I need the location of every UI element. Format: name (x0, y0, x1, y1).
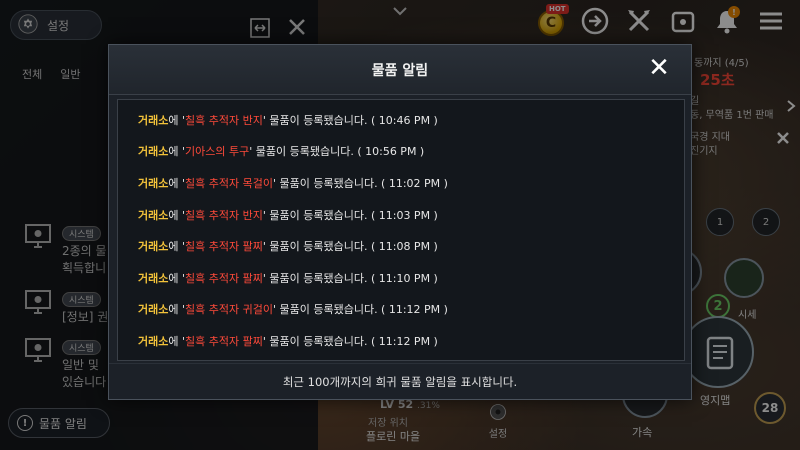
alert-place: 거래소 (138, 303, 169, 317)
alert-text: ' 물품이 등록됐습니다. ( 10:56 PM ) (249, 145, 425, 159)
alert-row: 거래소 에 ' 칠흑 추적자 반지 ' 물품이 등록됐습니다. ( 10:46 PM … (118, 104, 684, 136)
alert-text: 에 ' (168, 176, 186, 190)
alert-text: ' 물품이 등록됐습니다. ( 11:03 PM ) (262, 208, 438, 222)
alert-row: 거래소 에 ' 칠흑 추적자 목걸이 ' 물품이 등록됐습니다. ( 11:02 PM… (118, 167, 684, 199)
dialog-title: 물품 알림 (371, 62, 429, 79)
alert-row: 거래소 에 ' 칠흑 추적자 팔찌 ' 물품이 등록됐습니다. ( 11:10 PM … (118, 262, 684, 294)
alert-row: 거래소 에 ' 칠흑 추적자 반지 ' 물품이 등록됐습니다. ( 11:03 PM … (118, 199, 684, 231)
alert-text: ' 물품이 등록됐습니다. ( 10:46 PM ) (262, 113, 438, 127)
alert-place: 거래소 (138, 334, 169, 348)
alert-item-name: 칠흑 추적자 반지 (185, 113, 263, 127)
alert-item-name: 칠흑 추적자 목걸이 (185, 176, 273, 190)
alert-row: 거래소 에 ' 칠흑 추적자 팔찌 ' 물품이 등록됐습니다. ( 11:08 PM … (118, 230, 684, 262)
alert-item-name: 칠흑 추적자 팔찌 (185, 271, 263, 285)
alert-list: 거래소 에 ' 칠흑 추적자 반지 ' 물품이 등록됐습니다. ( 10:46 PM … (117, 99, 685, 361)
alert-text: 에 ' (168, 240, 186, 254)
alert-item-name: 기아스의 투구 (185, 145, 250, 159)
alert-text: 에 ' (168, 145, 186, 159)
alert-place: 거래소 (138, 240, 169, 254)
dialog-header: 물품 알림 ✕ (109, 45, 691, 95)
alert-row: 거래소 에 ' 기아스의 투구 ' 물품이 등록됐습니다. ( 10:56 PM ) (118, 136, 684, 168)
alert-row: 거래소 에 ' 칠흑 추적자 귀걸이 ' 물품이 등록됐습니다. ( 11:12 PM… (118, 294, 684, 326)
alert-item-name: 칠흑 추적자 팔찌 (185, 334, 263, 348)
item-alert-dialog: 물품 알림 ✕ 거래소 에 ' 칠흑 추적자 반지 ' 물품이 등록됐습니다. ( 1… (108, 44, 692, 400)
alert-text: 에 ' (168, 113, 186, 127)
alert-text: 에 ' (168, 208, 186, 222)
alert-place: 거래소 (138, 145, 169, 159)
alert-text: ' 물품이 등록됐습니다. ( 11:12 PM ) (262, 334, 438, 348)
dialog-footer-note: 최근 100개까지의 희귀 물품 알림을 표시합니다. (109, 363, 691, 399)
alert-text: ' 물품이 등록됐습니다. ( 11:12 PM ) (272, 303, 448, 317)
alert-place: 거래소 (138, 113, 169, 127)
alert-place: 거래소 (138, 208, 169, 222)
alert-text: 에 ' (168, 303, 186, 317)
alert-text: ' 물품이 등록됐습니다. ( 11:08 PM ) (262, 240, 438, 254)
close-icon[interactable]: ✕ (647, 55, 671, 81)
alert-text: 에 ' (168, 271, 186, 285)
alert-text: ' 물품이 등록됐습니다. ( 11:02 PM ) (272, 176, 448, 190)
alert-text: 에 ' (168, 334, 186, 348)
alert-item-name: 칠흑 추적자 귀걸이 (185, 303, 273, 317)
alert-text: ' 물품이 등록됐습니다. ( 11:10 PM ) (262, 271, 438, 285)
alert-place: 거래소 (138, 271, 169, 285)
alert-row: 거래소 에 ' 칠흑 추적자 팔찌 ' 물품이 등록됐습니다. ( 11:12 PM … (118, 325, 684, 357)
alert-place: 거래소 (138, 176, 169, 190)
alert-item-name: 칠흑 추적자 팔찌 (185, 240, 263, 254)
alert-item-name: 칠흑 추적자 반지 (185, 208, 263, 222)
